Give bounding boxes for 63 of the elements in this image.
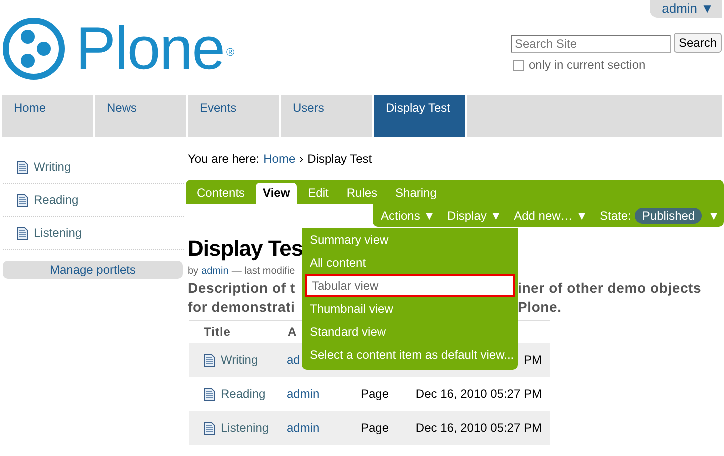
state-label: State:	[600, 208, 632, 222]
logo-text: Plone$^{®}$	[76, 21, 234, 77]
content-tab[interactable]: Contents	[190, 183, 252, 204]
item-link[interactable]: Writing	[189, 343, 287, 377]
author-link[interactable]: admin	[287, 387, 320, 401]
item-link[interactable]: Listening	[189, 411, 287, 445]
portlet-item[interactable]: Writing	[3, 151, 184, 184]
document-icon	[204, 388, 215, 400]
document-icon	[204, 422, 215, 434]
breadcrumb-current: Display Test	[308, 152, 372, 166]
menu-item[interactable]: Select a content item as default view...	[305, 343, 515, 366]
page-title: Display Tes	[188, 235, 304, 263]
author-link[interactable]: ad	[287, 353, 300, 367]
table-cell: Page	[361, 387, 390, 401]
byline-prefix: by	[188, 266, 199, 277]
description-text: Plone.	[518, 298, 562, 317]
document-icon	[204, 354, 215, 366]
document-icon	[17, 226, 28, 240]
breadcrumb-label: You are here:	[188, 152, 260, 166]
checkbox[interactable]	[512, 60, 524, 70]
document-icon	[17, 160, 28, 174]
breadcrumb-separator: ›	[300, 152, 304, 166]
menu-item[interactable]: Summary view	[305, 228, 515, 251]
column-header: A	[288, 324, 298, 341]
menu-item[interactable]: Thumbnail view	[305, 297, 515, 320]
state-badge[interactable]: Published	[635, 208, 702, 224]
table-cell: Dec 16, 2010 05:27 PM	[416, 421, 542, 435]
search-button[interactable]: Search	[674, 33, 722, 53]
byline-text: — last modifie	[232, 266, 296, 277]
menu-item[interactable]: All content	[305, 251, 515, 274]
manage-portlets-button[interactable]: Manage portlets	[3, 261, 183, 279]
user-menu[interactable]: admin ▼	[650, 0, 722, 18]
nav-tab[interactable]: Home	[2, 95, 95, 137]
nav-tab[interactable]: Events	[188, 95, 281, 137]
nav-tab[interactable]: News	[95, 95, 188, 137]
table-cell: PM	[524, 353, 542, 367]
description-text: iner of other demo objects	[518, 279, 702, 298]
portlet-item[interactable]: Listening	[3, 217, 184, 250]
description-text: for demonstrati	[188, 298, 296, 317]
author-link[interactable]: admin	[202, 266, 229, 277]
breadcrumb-link[interactable]: Home	[264, 152, 296, 166]
search-field[interactable]: Search Site	[510, 35, 671, 53]
action-menu[interactable]: Display ▼	[448, 208, 502, 222]
menu-item[interactable]: Standard view	[305, 320, 515, 343]
table-cell: Page	[361, 421, 390, 435]
description-text: Description of t	[188, 279, 296, 298]
checkbox-label: only in current section	[528, 58, 646, 72]
table-cell: Dec 16, 2010 05:27 PM	[416, 387, 542, 401]
menu-item[interactable]: Tabular view	[305, 274, 515, 297]
content-tab[interactable]: Edit	[301, 183, 336, 204]
item-link[interactable]: Reading	[189, 377, 287, 411]
action-menu[interactable]: Actions ▼	[380, 208, 436, 222]
content-tab[interactable]: View	[256, 183, 298, 204]
nav-tab[interactable]: Display Test	[374, 95, 467, 137]
document-icon	[17, 194, 28, 206]
logo-icon	[2, 17, 66, 81]
content-tab[interactable]: Rules	[340, 183, 385, 204]
author-link[interactable]: admin	[287, 421, 320, 435]
content-tab[interactable]: Sharing	[388, 183, 444, 204]
column-header: Title	[204, 324, 231, 341]
action-menu[interactable]: Add new… ▼	[514, 208, 588, 222]
state-caret[interactable]: ▼	[708, 208, 720, 222]
portlet-item[interactable]: Reading	[3, 184, 184, 217]
